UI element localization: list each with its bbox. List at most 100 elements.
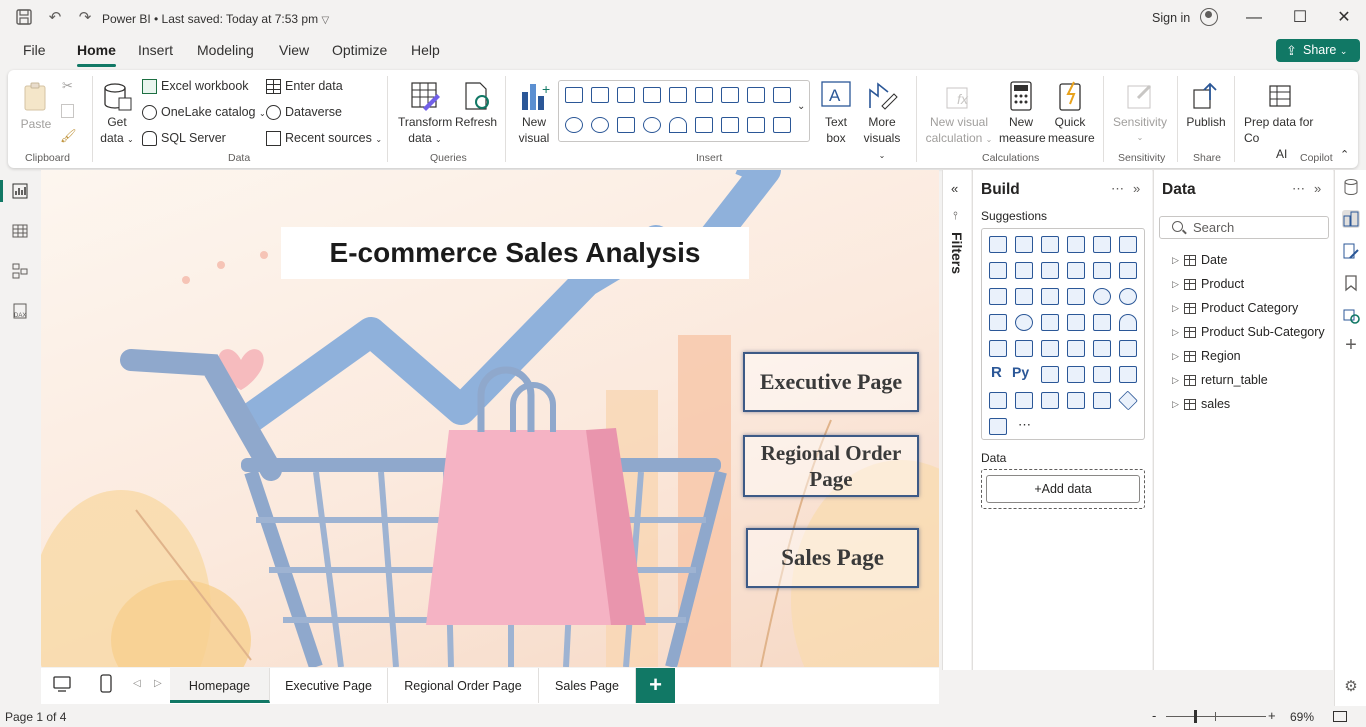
chevron-right-icon[interactable]: ▷ bbox=[1172, 322, 1179, 342]
menu-help[interactable]: Help bbox=[411, 42, 440, 58]
recent-sources-button[interactable]: Recent sources ⌄ bbox=[266, 128, 382, 148]
chevron-right-icon[interactable]: ▷ bbox=[1172, 394, 1179, 414]
gallery-expand-icon[interactable]: ⌄ bbox=[797, 101, 805, 112]
tab-homepage[interactable]: Homepage bbox=[170, 668, 270, 703]
desktop-layout-icon[interactable] bbox=[53, 675, 71, 693]
visual-suggestions-grid[interactable]: R Py ⋯ bbox=[981, 228, 1145, 440]
report-title-box[interactable]: E-commerce Sales Analysis bbox=[281, 227, 749, 279]
collapse-build-icon[interactable]: » bbox=[1133, 181, 1140, 196]
table-item-sales[interactable]: ▷ sales bbox=[1172, 394, 1230, 414]
zoom-slider-thumb[interactable] bbox=[1194, 710, 1197, 723]
transform-data-button[interactable]: Transform data ⌄ bbox=[398, 80, 452, 148]
cut-icon[interactable]: ✂ bbox=[62, 78, 73, 94]
maximize-button[interactable]: ☐ bbox=[1290, 8, 1310, 28]
chevron-right-icon[interactable]: ▷ bbox=[1172, 250, 1179, 270]
chevron-right-icon[interactable]: ▷ bbox=[1172, 346, 1179, 366]
publish-button[interactable]: Publish bbox=[1184, 80, 1228, 130]
copy-icon[interactable] bbox=[61, 104, 74, 118]
menu-optimize[interactable]: Optimize bbox=[332, 42, 387, 58]
bookmarks-icon[interactable] bbox=[1342, 274, 1360, 292]
dax-query-view-icon[interactable]: DAX bbox=[11, 302, 29, 320]
sign-in-link[interactable]: Sign in bbox=[1152, 11, 1190, 25]
table-item-product-category[interactable]: ▷ Product Category bbox=[1172, 298, 1298, 318]
refresh-button[interactable]: Refresh bbox=[455, 80, 497, 130]
regional-order-page-button[interactable]: Regional Order Page bbox=[743, 435, 919, 497]
excel-workbook-button[interactable]: Excel workbook bbox=[142, 76, 249, 96]
sql-server-button[interactable]: SQL Server bbox=[142, 128, 226, 148]
python-visual-icon[interactable]: Py bbox=[1012, 364, 1029, 380]
sensitivity-button[interactable]: Sensitivity ⌄ bbox=[1110, 80, 1170, 146]
add-data-button[interactable]: +Add data bbox=[986, 475, 1140, 503]
format-pane-toggle-icon[interactable] bbox=[1342, 242, 1360, 260]
report-canvas[interactable]: E-commerce Sales Analysis Executive Page… bbox=[41, 170, 939, 667]
table-icon bbox=[1184, 327, 1196, 338]
data-search-input[interactable]: Search bbox=[1159, 216, 1329, 239]
scroll-tabs-right-icon[interactable]: ▷ bbox=[154, 678, 162, 689]
new-visual-calculation-button[interactable]: fx New visual calculation ⌄ bbox=[924, 80, 994, 148]
filters-pane[interactable]: « ⫯ Filters bbox=[942, 170, 971, 670]
prep-data-for-ai-button[interactable]: Prep data for Co AI bbox=[1240, 80, 1332, 162]
new-measure-button[interactable]: New measure bbox=[999, 80, 1046, 146]
menu-modeling[interactable]: Modeling bbox=[197, 42, 254, 58]
chevron-right-icon[interactable]: ▷ bbox=[1172, 298, 1179, 318]
data-pane-toggle-icon[interactable] bbox=[1342, 178, 1360, 196]
build-pane-toggle-icon[interactable] bbox=[1342, 210, 1360, 228]
ribbon: Paste ✂ 🖌 Clipboard Get data ⌄ Excel work… bbox=[8, 70, 1358, 168]
text-box-button[interactable]: A Text box bbox=[818, 80, 854, 146]
chevron-right-icon[interactable]: ▷ bbox=[1172, 274, 1179, 294]
paste-button[interactable]: Paste bbox=[20, 80, 52, 132]
more-suggestions-icon[interactable]: ⋯ bbox=[1018, 417, 1031, 433]
share-button[interactable]: ⇪ Share ⌄ bbox=[1276, 39, 1360, 62]
zoom-slider-track[interactable] bbox=[1166, 716, 1266, 717]
page-tabs-bar: ◁ ▷ Homepage Executive Page Regional Ord… bbox=[41, 668, 939, 704]
quick-measure-button[interactable]: Quick measure bbox=[1048, 80, 1095, 146]
new-visual-button[interactable]: + New visual bbox=[516, 80, 552, 146]
table-item-return-table[interactable]: ▷ return_table bbox=[1172, 370, 1268, 390]
close-button[interactable]: ✕ bbox=[1334, 8, 1354, 28]
mobile-layout-icon[interactable] bbox=[99, 674, 113, 694]
expand-filters-icon[interactable]: « bbox=[951, 181, 958, 196]
menu-insert[interactable]: Insert bbox=[138, 42, 173, 58]
chevron-right-icon[interactable]: ▷ bbox=[1172, 370, 1179, 390]
settings-gear-icon[interactable]: ⚙ bbox=[1342, 678, 1360, 696]
undo-icon[interactable]: ↶ bbox=[45, 8, 65, 28]
executive-page-button[interactable]: Executive Page bbox=[743, 352, 919, 412]
avatar-icon[interactable] bbox=[1200, 8, 1218, 26]
minimize-button[interactable]: — bbox=[1244, 8, 1264, 28]
redo-icon[interactable]: ↷ bbox=[75, 8, 95, 28]
menu-file[interactable]: File bbox=[23, 42, 46, 58]
add-page-button[interactable]: + bbox=[636, 668, 675, 703]
table-view-icon[interactable] bbox=[11, 222, 29, 240]
build-more-options-icon[interactable]: ⋯ bbox=[1111, 181, 1124, 197]
save-icon[interactable] bbox=[14, 8, 34, 28]
dataverse-button[interactable]: Dataverse bbox=[266, 102, 342, 122]
collapse-data-icon[interactable]: » bbox=[1314, 181, 1321, 196]
format-painter-icon[interactable]: 🖌 bbox=[60, 128, 77, 144]
tab-sales-page[interactable]: Sales Page bbox=[539, 668, 636, 703]
visuals-gallery[interactable]: ⌄ bbox=[558, 80, 810, 142]
data-more-options-icon[interactable]: ⋯ bbox=[1292, 181, 1305, 197]
sync-slicers-icon[interactable] bbox=[1342, 306, 1360, 324]
model-view-icon[interactable] bbox=[11, 262, 29, 280]
r-script-visual-icon[interactable]: R bbox=[991, 364, 1002, 381]
zoom-in-button[interactable]: + bbox=[1268, 708, 1276, 723]
scroll-tabs-left-icon[interactable]: ◁ bbox=[133, 678, 141, 689]
sales-page-button[interactable]: Sales Page bbox=[746, 528, 919, 588]
tab-executive-page[interactable]: Executive Page bbox=[270, 668, 388, 703]
tab-regional-order-page[interactable]: Regional Order Page bbox=[388, 668, 539, 703]
more-visuals-button[interactable]: More visuals ⌄ bbox=[860, 80, 904, 164]
enter-data-button[interactable]: Enter data bbox=[266, 76, 343, 96]
menu-view[interactable]: View bbox=[279, 42, 309, 58]
add-pane-icon[interactable]: + bbox=[1342, 335, 1360, 355]
report-view-icon[interactable] bbox=[0, 180, 29, 202]
table-item-product-sub-category[interactable]: ▷ Product Sub-Category bbox=[1172, 322, 1325, 342]
table-item-product[interactable]: ▷ Product bbox=[1172, 274, 1244, 294]
menu-home[interactable]: Home bbox=[77, 42, 116, 67]
table-item-region[interactable]: ▷ Region bbox=[1172, 346, 1241, 366]
onelake-catalog-button[interactable]: OneLake catalog ⌄ bbox=[142, 102, 266, 122]
zoom-out-button[interactable]: - bbox=[1152, 708, 1156, 723]
collapse-ribbon-icon[interactable]: ⌃ bbox=[1340, 148, 1349, 161]
table-item-date[interactable]: ▷ Date bbox=[1172, 250, 1227, 270]
get-data-button[interactable]: Get data ⌄ bbox=[99, 80, 135, 148]
fit-to-page-icon[interactable] bbox=[1333, 711, 1347, 722]
